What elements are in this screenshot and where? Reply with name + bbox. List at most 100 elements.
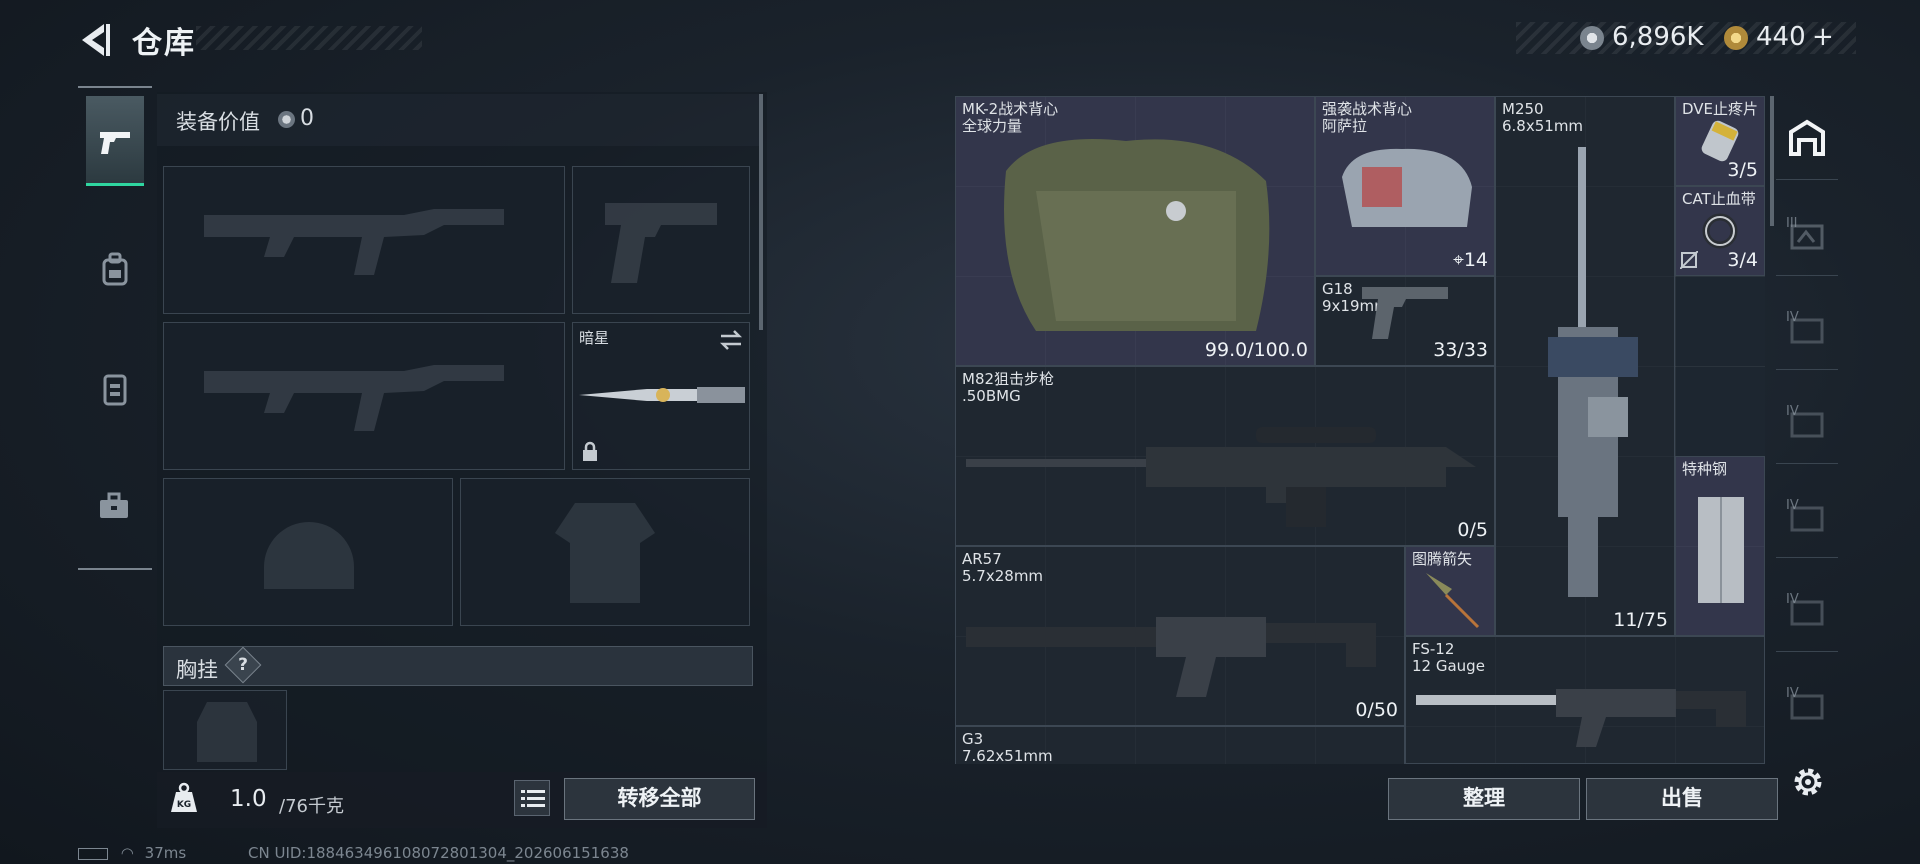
tab-divider	[78, 568, 152, 570]
rail-item-tier[interactable]: IV	[1776, 662, 1838, 746]
item-dve-painkiller[interactable]: DVE止疼片 3/5	[1675, 96, 1765, 186]
gear-icon[interactable]	[1790, 764, 1826, 800]
item-count: 11/75	[1613, 609, 1668, 631]
sort-button[interactable]: 整理	[1388, 778, 1580, 820]
storage-slot-icon	[1790, 506, 1824, 532]
help-mark: ?	[238, 655, 248, 675]
wifi-icon: ◠	[120, 844, 134, 862]
silver-coin-icon	[278, 111, 295, 128]
item-m250[interactable]: M250 6.8x51mm 11/75	[1495, 96, 1675, 636]
item-assault-backpack[interactable]: 强袭战术背心 阿萨拉 ⌖14	[1315, 96, 1495, 276]
weight-capacity: /76千克	[279, 796, 344, 817]
rail-item-warehouse[interactable]	[1776, 96, 1838, 180]
item-mk2-vest[interactable]: MK-2战术背心 全球力量 99.0/100.0	[955, 96, 1315, 366]
battery-icon	[78, 847, 108, 860]
gold-coin-icon	[1724, 26, 1748, 50]
item-name: MK-2战术背心 全球力量	[962, 100, 1059, 135]
page-title: 仓库	[132, 26, 196, 61]
item-count: 0/5	[1457, 519, 1488, 541]
vest-icon	[1004, 139, 1270, 331]
rail-item-tier[interactable]: IV	[1776, 474, 1838, 558]
knife-icon	[579, 387, 745, 403]
backpack-icon	[1342, 148, 1472, 227]
network-status: ◠ 37ms	[78, 844, 186, 862]
item-name: DVE止疼片	[1682, 100, 1759, 118]
storage-slot-icon	[1790, 412, 1824, 438]
item-name: M82狙击步枪 .50BMG	[962, 370, 1055, 405]
rail-item-tier[interactable]: III	[1776, 192, 1838, 276]
sniper-rifle-icon	[966, 427, 1476, 527]
equipment-value: 0	[300, 106, 314, 131]
rifle-placeholder-icon	[204, 365, 504, 431]
pistol-slot[interactable]	[572, 166, 750, 314]
secondary-weapon-slot[interactable]	[163, 322, 565, 470]
rail-item-tier[interactable]: IV	[1776, 286, 1838, 370]
item-name: CAT止血带	[1682, 190, 1756, 208]
rail-item-tier[interactable]: IV	[1776, 568, 1838, 652]
warehouse-grid: MK-2战术背心 全球力量 99.0/100.0 强袭战术背心 阿萨拉 ⌖14 M2…	[955, 96, 1765, 764]
tab-weapons[interactable]	[86, 96, 144, 186]
primary-weapon-slot[interactable]	[163, 166, 565, 314]
item-ar57[interactable]: AR57 5.7x28mm 0/50	[955, 546, 1405, 726]
back-arrow-icon[interactable]	[78, 20, 112, 60]
list-icon	[521, 790, 545, 807]
helmet-placeholder-icon	[264, 522, 354, 589]
tab-backpack[interactable]	[86, 222, 144, 312]
rifle-icon	[966, 617, 1376, 697]
steel-plate-icon	[1698, 497, 1744, 603]
gold-add-button[interactable]: +	[1812, 22, 1834, 52]
item-g3[interactable]: G3 7.62x51mm	[955, 726, 1405, 764]
armor-slot[interactable]	[460, 478, 750, 626]
pistol-placeholder-icon	[605, 203, 717, 283]
lock-icon	[583, 441, 597, 461]
item-name: M250 6.8x51mm	[1502, 100, 1584, 135]
equipment-value-label: 装备价值	[176, 110, 260, 134]
item-m82[interactable]: M82狙击步枪 .50BMG 0/5	[955, 366, 1495, 546]
arrow-icon	[1426, 573, 1480, 629]
pill-bottle-icon	[1701, 120, 1739, 162]
swap-icon[interactable]	[719, 329, 743, 351]
item-count: 3/5	[1727, 159, 1758, 181]
item-name: 图腾箭矢	[1412, 550, 1473, 568]
melee-slot[interactable]: 暗星	[572, 322, 750, 470]
melee-name: 暗星	[579, 329, 610, 347]
machine-gun-icon	[1548, 147, 1638, 597]
scrollbar[interactable]	[759, 94, 763, 330]
storage-slot-icon	[1790, 318, 1824, 344]
transfer-all-button[interactable]: 转移全部	[564, 778, 755, 820]
title-decoration	[196, 26, 422, 50]
pistol-icon	[100, 132, 130, 154]
item-fs12[interactable]: FS-12 12 Gauge	[1405, 636, 1765, 764]
silver-coin-icon	[1580, 26, 1604, 50]
tab-vest[interactable]	[86, 342, 144, 432]
item-name: 强袭战术背心 阿萨拉	[1322, 100, 1413, 135]
list-view-button[interactable]	[514, 780, 550, 816]
currency-bar: 6,896K 440 +	[1516, 22, 1856, 54]
pistol-icon	[1362, 287, 1448, 339]
item-name: G3 7.62x51mm	[962, 730, 1053, 765]
item-g18[interactable]: G18 9x19mm 33/33	[1315, 276, 1495, 366]
svg-text:KG: KG	[177, 800, 191, 810]
capacity-icon: ⌖	[1453, 249, 1464, 271]
sell-button[interactable]: 出售	[1586, 778, 1778, 820]
rifle-placeholder-icon	[204, 209, 504, 275]
silver-amount: 6,896K	[1612, 22, 1704, 52]
scrollbar[interactable]	[1770, 96, 1774, 226]
chest-rig-slot[interactable]	[163, 690, 287, 770]
chest-rig-label: 胸挂	[176, 658, 218, 682]
storage-slot-icon	[1790, 224, 1824, 250]
helmet-slot[interactable]	[163, 478, 453, 626]
item-count: ⌖14	[1453, 249, 1488, 271]
tab-case[interactable]	[86, 460, 144, 550]
rail-item-tier[interactable]: IV	[1776, 380, 1838, 464]
storage-slot-icon	[1790, 600, 1824, 626]
item-cat-tourniquet[interactable]: CAT止血带 3/4	[1675, 186, 1765, 276]
warehouse-icon	[1789, 119, 1825, 156]
item-totem-arrow[interactable]: 图腾箭矢	[1405, 546, 1495, 636]
backpack-icon	[102, 252, 128, 286]
armor-placeholder-icon	[555, 503, 655, 603]
storage-rail: III IV IV IV IV IV	[1776, 96, 1842, 764]
item-special-steel[interactable]: 特种钢	[1675, 456, 1765, 636]
toolbox-icon	[100, 492, 128, 518]
chest-rig-placeholder-icon	[197, 702, 257, 762]
